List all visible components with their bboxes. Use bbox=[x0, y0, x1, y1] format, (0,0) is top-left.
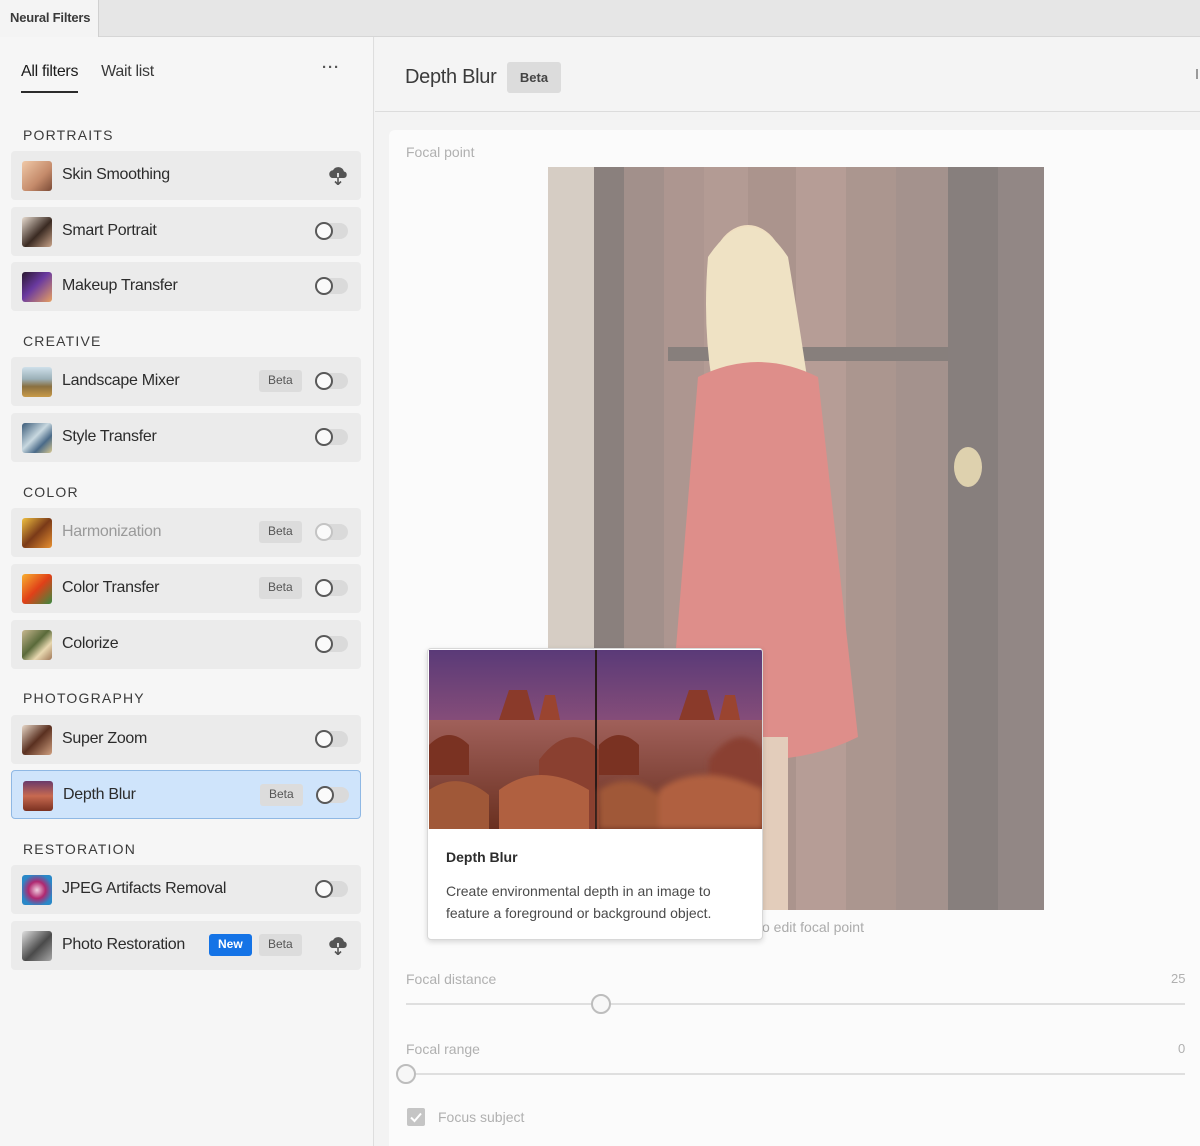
focal-point-hint: o edit focal point bbox=[762, 919, 864, 935]
focal-range-value: 0 bbox=[1178, 1041, 1186, 1056]
filter-toggle[interactable] bbox=[315, 579, 348, 597]
category-photography: PHOTOGRAPHY bbox=[23, 690, 145, 706]
toggle-knob bbox=[315, 277, 333, 295]
filter-row-colorize[interactable]: Colorize bbox=[11, 620, 361, 669]
toggle-knob bbox=[315, 880, 333, 898]
beta-badge: Beta bbox=[259, 370, 302, 392]
tab-all-filters[interactable]: All filters bbox=[21, 63, 78, 93]
filter-row-skin-smoothing[interactable]: Skin Smoothing bbox=[11, 151, 361, 200]
filter-toggle[interactable] bbox=[315, 372, 348, 390]
category-restoration: RESTORATION bbox=[23, 841, 137, 857]
cloud-download-icon[interactable] bbox=[327, 165, 349, 185]
filter-toggle[interactable] bbox=[316, 786, 349, 804]
tab-wait-list[interactable]: Wait list bbox=[101, 63, 154, 93]
scroll-edge-indicator bbox=[1196, 69, 1198, 79]
toggle-knob bbox=[315, 730, 333, 748]
filter-title: Depth Blur bbox=[405, 66, 497, 88]
filter-toggle[interactable] bbox=[315, 277, 348, 295]
filter-label: Smart Portrait bbox=[62, 222, 157, 239]
category-color: COLOR bbox=[23, 484, 79, 500]
toggle-knob bbox=[315, 428, 333, 446]
filter-label: Skin Smoothing bbox=[62, 166, 170, 183]
makeup-transfer-thumbnail bbox=[22, 272, 52, 302]
filter-row-smart-portrait[interactable]: Smart Portrait bbox=[11, 207, 361, 256]
cloud-download-icon[interactable] bbox=[327, 935, 349, 955]
neural-filters-tab[interactable]: Neural Filters bbox=[0, 0, 99, 37]
filter-toggle[interactable] bbox=[315, 730, 348, 748]
smart-portrait-thumbnail bbox=[22, 217, 52, 247]
toggle-knob bbox=[315, 372, 333, 390]
new-badge: New bbox=[209, 934, 252, 956]
filter-row-color-transfer[interactable]: Color Transfer Beta bbox=[11, 564, 361, 613]
focal-distance-slider-handle[interactable] bbox=[590, 994, 611, 1014]
skin-smoothing-thumbnail bbox=[22, 161, 52, 191]
filter-label: Photo Restoration bbox=[62, 936, 185, 953]
filter-label: Harmonization bbox=[62, 523, 162, 540]
filter-row-landscape-mixer[interactable]: Landscape Mixer Beta bbox=[11, 357, 361, 406]
filter-info-tooltip: Depth Blur Create environmental depth in… bbox=[427, 648, 763, 940]
toggle-knob bbox=[315, 523, 333, 541]
category-creative: CREATIVE bbox=[23, 333, 102, 349]
color-transfer-thumbnail bbox=[22, 574, 52, 604]
toggle-knob bbox=[315, 222, 333, 240]
colorize-thumbnail bbox=[22, 630, 52, 660]
focal-distance-slider-track[interactable] bbox=[406, 1003, 1185, 1005]
filter-label: JPEG Artifacts Removal bbox=[62, 880, 227, 897]
category-portraits: PORTRAITS bbox=[23, 127, 114, 143]
depth-blur-thumbnail bbox=[23, 781, 53, 811]
checkmark-icon bbox=[410, 1112, 422, 1123]
beta-badge: Beta bbox=[259, 577, 302, 599]
filter-row-harmonization[interactable]: Harmonization Beta bbox=[11, 508, 361, 557]
beta-badge: Beta bbox=[259, 934, 302, 956]
focus-subject-label: Focus subject bbox=[438, 1109, 525, 1125]
toggle-knob bbox=[315, 635, 333, 653]
filter-row-depth-blur[interactable]: Depth Blur Beta bbox=[11, 770, 361, 819]
filter-row-jpeg-artifacts-removal[interactable]: JPEG Artifacts Removal bbox=[11, 865, 361, 914]
filter-toggle[interactable] bbox=[315, 523, 348, 541]
filter-toggle[interactable] bbox=[315, 222, 348, 240]
sidebar-tabs: All filters Wait list bbox=[21, 63, 177, 97]
focus-subject-checkbox[interactable] bbox=[407, 1108, 425, 1126]
filter-row-super-zoom[interactable]: Super Zoom bbox=[11, 715, 361, 764]
filter-label: Landscape Mixer bbox=[62, 372, 180, 389]
landscape-mixer-thumbnail bbox=[22, 367, 52, 397]
focal-range-slider-track[interactable] bbox=[406, 1073, 1185, 1075]
filter-label: Depth Blur bbox=[63, 786, 136, 803]
filter-label: Super Zoom bbox=[62, 730, 148, 747]
beta-badge: Beta bbox=[259, 521, 302, 543]
tooltip-description: Create environmental depth in an image t… bbox=[446, 883, 712, 921]
filter-row-style-transfer[interactable]: Style Transfer bbox=[11, 413, 361, 462]
focal-distance-value: 25 bbox=[1171, 971, 1186, 986]
toggle-knob bbox=[316, 786, 334, 804]
filter-row-photo-restoration[interactable]: Photo Restoration New Beta bbox=[11, 921, 361, 970]
style-transfer-thumbnail bbox=[22, 423, 52, 453]
filter-label: Makeup Transfer bbox=[62, 277, 178, 294]
focal-distance-label: Focal distance bbox=[406, 971, 497, 987]
harmonization-thumbnail bbox=[22, 518, 52, 548]
filter-row-makeup-transfer[interactable]: Makeup Transfer bbox=[11, 262, 361, 311]
filter-toggle[interactable] bbox=[315, 635, 348, 653]
panel-tab-bar: Neural Filters bbox=[0, 0, 1200, 37]
filter-label: Colorize bbox=[62, 635, 119, 652]
beta-badge: Beta bbox=[507, 62, 561, 93]
super-zoom-thumbnail bbox=[22, 725, 52, 755]
filter-label: Style Transfer bbox=[62, 428, 157, 445]
focal-range-label: Focal range bbox=[406, 1041, 480, 1057]
filter-toggle[interactable] bbox=[315, 428, 348, 446]
tooltip-title: Depth Blur bbox=[446, 849, 518, 865]
more-options-icon[interactable]: ··· bbox=[322, 59, 340, 76]
focal-point-label: Focal point bbox=[406, 144, 475, 160]
filter-toggle[interactable] bbox=[315, 880, 348, 898]
photo-restoration-thumbnail bbox=[22, 931, 52, 961]
toggle-knob bbox=[315, 579, 333, 597]
beta-badge: Beta bbox=[260, 784, 303, 806]
filter-label: Color Transfer bbox=[62, 579, 160, 596]
depth-blur-example-image bbox=[429, 650, 762, 829]
filter-header: Depth Blur Beta bbox=[375, 37, 1200, 112]
jpeg-artifacts-thumbnail bbox=[22, 875, 52, 905]
focal-range-slider-handle[interactable] bbox=[396, 1064, 416, 1084]
